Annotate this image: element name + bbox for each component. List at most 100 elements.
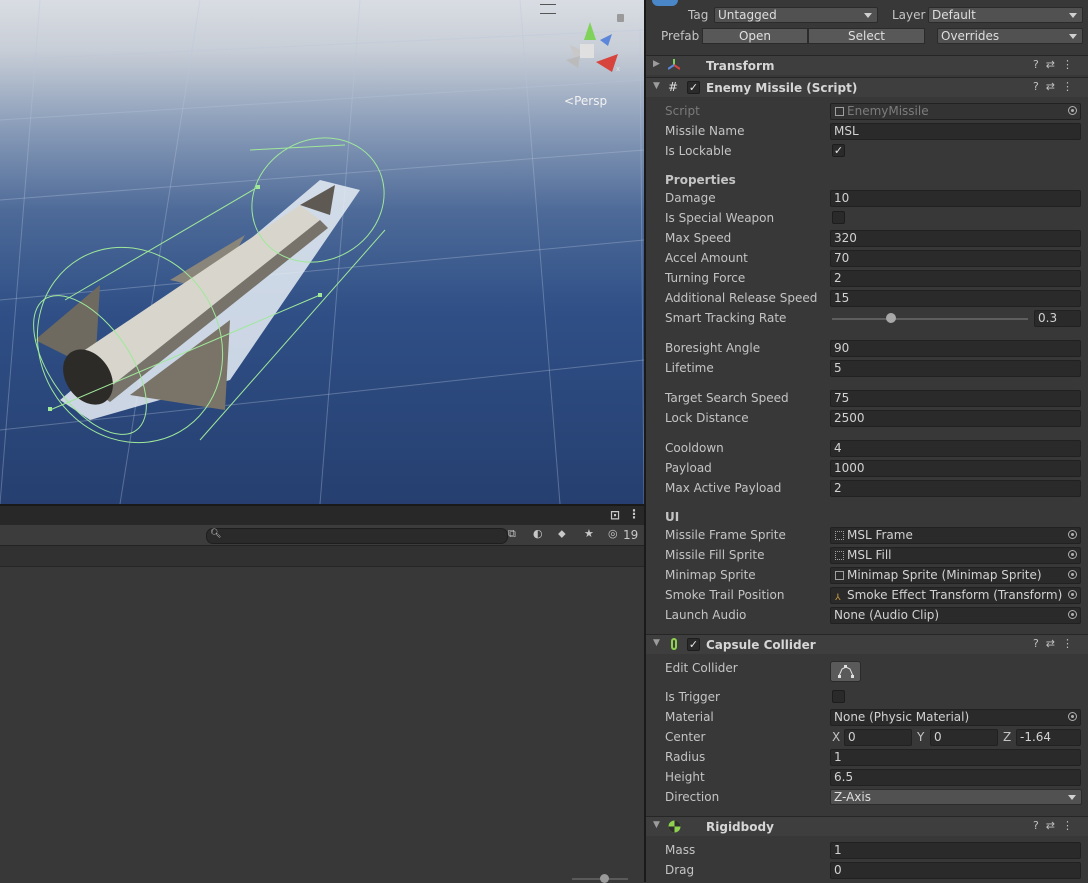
foldout-expanded-icon[interactable]: ▼ — [653, 638, 660, 648]
prefab-select-button[interactable]: Select — [808, 28, 925, 44]
height-input[interactable]: 6.5 — [830, 769, 1081, 786]
search-speed-input[interactable]: 75 — [830, 390, 1081, 407]
radius-input[interactable]: 1 — [830, 749, 1081, 766]
enemy-missile-header[interactable]: ▼ # ✓ Enemy Missile (Script) ?⇄⋮ — [646, 77, 1088, 97]
lock-distance-label: Lock Distance — [665, 411, 749, 425]
center-y-input[interactable]: 0 — [930, 729, 998, 746]
boresight-input[interactable]: 90 — [830, 340, 1081, 357]
is-lockable-checkbox[interactable]: ✓ — [832, 144, 845, 157]
lock-icon[interactable]: ⊡ — [610, 508, 620, 522]
component-header-icons[interactable]: ?⇄⋮ — [1033, 819, 1080, 832]
object-picker-icon[interactable] — [1068, 712, 1077, 721]
capsule-collider-title: Capsule Collider — [706, 638, 816, 652]
enemy-missile-enabled-checkbox[interactable]: ✓ — [687, 81, 700, 94]
object-picker-icon[interactable] — [1068, 570, 1077, 579]
scene-view[interactable]: x <Persp — [0, 0, 644, 504]
turning-force-input[interactable]: 2 — [830, 270, 1081, 287]
max-speed-label: Max Speed — [665, 231, 732, 245]
hierarchy-subheader — [0, 546, 644, 567]
rigidbody-sphere-icon — [668, 820, 681, 833]
object-picker-icon[interactable] — [1068, 610, 1077, 619]
center-z-input[interactable]: -1.64 — [1016, 729, 1081, 746]
sprite-icon — [835, 531, 844, 540]
lock-distance-input[interactable]: 2500 — [830, 410, 1081, 427]
rigidbody-header[interactable]: ▼ Rigidbody ?⇄⋮ — [646, 816, 1088, 836]
tracking-rate-input[interactable]: 0.3 — [1034, 310, 1081, 327]
material-field[interactable]: None (Physic Material) — [830, 709, 1081, 726]
layer-dropdown[interactable]: Default — [928, 7, 1083, 23]
scene-filter-icon[interactable]: ⧉ — [508, 527, 516, 541]
minimap-sprite-field[interactable]: Minimap Sprite (Minimap Sprite) — [830, 567, 1081, 584]
direction-dropdown[interactable]: Z-Axis — [830, 789, 1082, 805]
hierarchy-list[interactable] — [0, 546, 644, 882]
center-y-label: Y — [917, 730, 925, 744]
scene-grid — [0, 0, 644, 504]
type-filter-icon[interactable]: ◐ — [533, 527, 543, 540]
missile-name-input[interactable]: MSL — [830, 123, 1081, 140]
smoke-trail-value: Smoke Effect Transform (Transform) — [847, 588, 1063, 602]
object-picker-icon[interactable] — [1068, 550, 1077, 559]
edit-collider-button[interactable] — [830, 661, 861, 682]
is-lockable-label: Is Lockable — [665, 144, 732, 158]
transform-title: Transform — [706, 59, 775, 73]
prefab-overrides-dropdown[interactable]: Overrides — [937, 28, 1083, 44]
foldout-expanded-icon[interactable]: ▼ — [653, 820, 660, 830]
center-x-input[interactable]: 0 — [844, 729, 912, 746]
fill-sprite-field[interactable]: MSL Fill — [830, 547, 1081, 564]
lock-icon[interactable] — [617, 14, 624, 22]
scene-hamburger-icon[interactable] — [540, 4, 556, 14]
material-value: None (Physic Material) — [834, 710, 970, 724]
missile-name-label: Missile Name — [665, 124, 745, 138]
transform-header[interactable]: ▶ Transform ?⇄⋮ — [646, 55, 1088, 75]
drag-label: Drag — [665, 863, 695, 877]
tag-dropdown[interactable]: Untagged — [714, 7, 878, 23]
damage-label: Damage — [665, 191, 716, 205]
launch-audio-field[interactable]: None (Audio Clip) — [830, 607, 1081, 624]
capsule-collider-icon — [668, 638, 680, 650]
gameobject-icon — [652, 0, 678, 6]
script-label: Script — [665, 104, 700, 118]
object-picker-icon[interactable] — [1068, 530, 1077, 539]
projection-label[interactable]: <Persp — [564, 94, 607, 108]
script-hash-icon: # — [668, 80, 679, 94]
accel-input[interactable]: 70 — [830, 250, 1081, 267]
fill-sprite-label: Missile Fill Sprite — [665, 548, 765, 562]
capsule-collider-enabled-checkbox[interactable]: ✓ — [687, 638, 700, 651]
boresight-label: Boresight Angle — [665, 341, 761, 355]
capsule-collider-header[interactable]: ▼ ✓ Capsule Collider ?⇄⋮ — [646, 634, 1088, 654]
cooldown-input[interactable]: 4 — [830, 440, 1081, 457]
visibility-eye-icon[interactable]: ◎ — [608, 527, 618, 540]
drag-input[interactable]: 0 — [830, 862, 1081, 879]
max-speed-input[interactable]: 320 — [830, 230, 1081, 247]
tracking-rate-slider-knob[interactable] — [885, 313, 896, 323]
is-trigger-checkbox[interactable] — [832, 690, 845, 703]
payload-input[interactable]: 1000 — [830, 460, 1081, 477]
label-filter-icon[interactable]: ⬥ — [558, 527, 566, 541]
foldout-collapsed-icon[interactable]: ▶ — [653, 59, 660, 69]
smoke-trail-label: Smoke Trail Position — [665, 588, 785, 602]
release-speed-input[interactable]: 15 — [830, 290, 1081, 307]
component-header-icons[interactable]: ?⇄⋮ — [1033, 637, 1080, 650]
launch-audio-value: None (Audio Clip) — [834, 608, 940, 622]
favorite-star-icon[interactable]: ★ — [584, 527, 594, 540]
max-payload-input[interactable]: 2 — [830, 480, 1081, 497]
smoke-trail-field[interactable]: ⅄ Smoke Effect Transform (Transform) — [830, 587, 1081, 604]
component-header-icons[interactable]: ?⇄⋮ — [1033, 58, 1080, 71]
object-picker-icon[interactable] — [1068, 590, 1077, 599]
search-input[interactable] — [206, 528, 508, 544]
script-value: EnemyMissile — [847, 104, 929, 118]
special-weapon-checkbox[interactable] — [832, 211, 845, 224]
damage-input[interactable]: 10 — [830, 190, 1081, 207]
more-options-icon[interactable]: ⋮ — [628, 507, 640, 521]
frame-sprite-field[interactable]: MSL Frame — [830, 527, 1081, 544]
orientation-gizmo[interactable]: x — [566, 22, 620, 73]
lifetime-label: Lifetime — [665, 361, 714, 375]
foldout-expanded-icon[interactable]: ▼ — [653, 81, 660, 91]
mass-input[interactable]: 1 — [830, 842, 1081, 859]
tracking-rate-slider-track[interactable] — [832, 318, 1028, 320]
search-icon: 🔍︎ — [210, 529, 222, 539]
minimap-sprite-label: Minimap Sprite — [665, 568, 756, 582]
component-header-icons[interactable]: ?⇄⋮ — [1033, 80, 1080, 93]
lifetime-input[interactable]: 5 — [830, 360, 1081, 377]
prefab-open-button[interactable]: Open — [702, 28, 808, 44]
